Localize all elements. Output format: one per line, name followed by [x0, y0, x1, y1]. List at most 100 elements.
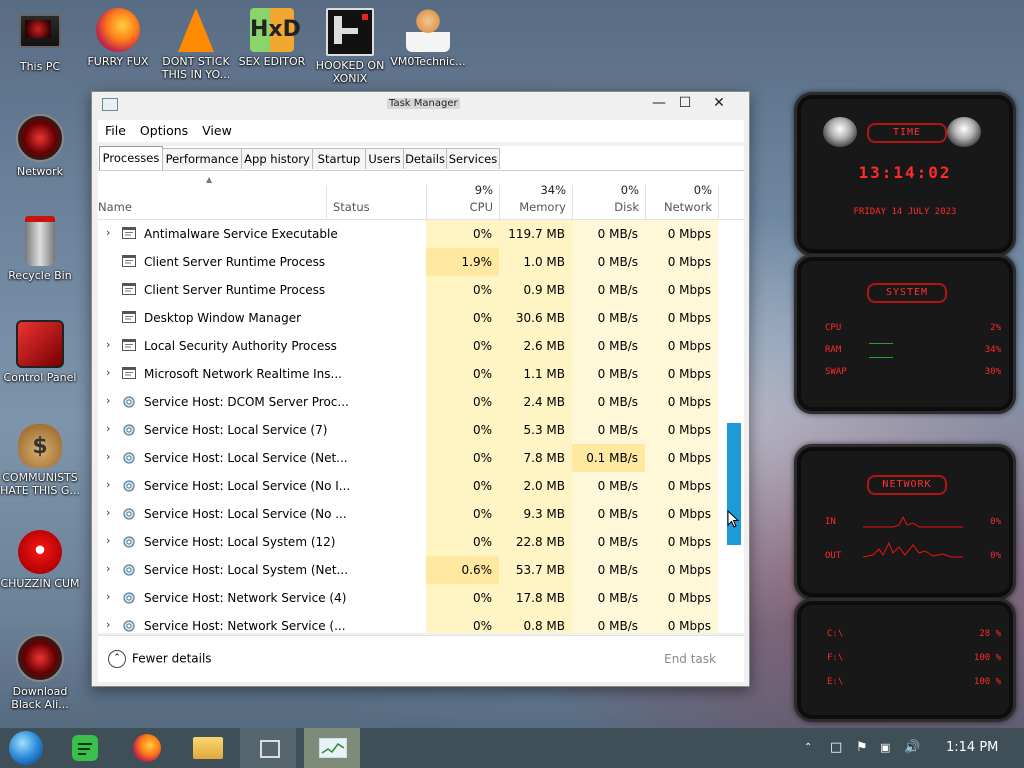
maximize-button[interactable]: ☐	[668, 92, 702, 114]
table-row[interactable]: › Service Host: Local Service (Net... 0% 7.…	[98, 444, 718, 472]
flag-icon[interactable]: ⚑	[856, 728, 868, 768]
expand-chevron-icon[interactable]: ›	[106, 450, 118, 463]
tab-details[interactable]: Details	[403, 148, 447, 169]
column-header-disk[interactable]: 0% Disk	[572, 171, 645, 219]
taskbar-notes-app[interactable]	[58, 728, 114, 768]
expand-chevron-icon[interactable]: ›	[106, 478, 118, 491]
system-widget-title: SYSTEM	[867, 283, 947, 303]
close-button[interactable]: ✕	[702, 92, 736, 114]
expand-chevron-icon[interactable]: ›	[106, 534, 118, 547]
desktop-icon-control-panel[interactable]: Control Panel	[0, 320, 80, 384]
menu-view[interactable]: View	[195, 120, 239, 141]
cpu-cell: 0%	[472, 535, 492, 549]
expand-chevron-icon[interactable]: ›	[106, 394, 118, 407]
column-header-cpu[interactable]: 9% CPU	[426, 171, 499, 219]
tab-performance[interactable]: Performance	[162, 148, 242, 169]
desktop-icon-sex-editor[interactable]: HxD SEX EDITOR	[232, 8, 312, 68]
desktop-icon-hooked-on-xonix[interactable]: HOOKED ON XONIX	[310, 8, 390, 85]
table-row[interactable]: › Service Host: Local System (Net... 0.6% 5…	[98, 556, 718, 584]
column-header-row: ▲ Name Status 9% CPU 34% Memory 0% Disk	[98, 171, 744, 220]
header-label: Disk	[614, 200, 639, 214]
taskbar-file-explorer[interactable]	[180, 728, 236, 768]
network-cell: 0 Mbps	[667, 619, 711, 633]
table-row[interactable]: › Service Host: Local Service (No ... 0% 9.…	[98, 500, 718, 528]
column-header-network[interactable]: 0% Network	[645, 171, 718, 219]
ram-graph	[869, 343, 893, 344]
column-header-memory[interactable]: 34% Memory	[499, 171, 572, 219]
column-divider[interactable]	[718, 185, 719, 219]
desktop-icon-dont-stick[interactable]: DONT STICK THIS IN YO...	[156, 8, 236, 81]
table-row[interactable]: Desktop Window Manager 0% 30.6 MB 0 MB/s 0 M…	[98, 304, 718, 332]
tab-startup[interactable]: Startup	[312, 148, 366, 169]
table-row[interactable]: › Service Host: DCOM Server Proc... 0% 2.4 …	[98, 388, 718, 416]
desktop-icon-label: COMMUNISTS HATE THIS G...	[0, 471, 80, 497]
cpu-cell: 0%	[472, 507, 492, 521]
tab-processes[interactable]: Processes	[99, 146, 163, 170]
desktop-icon-network[interactable]: Network	[0, 114, 80, 178]
swap-graph	[869, 357, 893, 358]
table-row[interactable]: › Service Host: Network Service (... 0% 0.8…	[98, 612, 718, 633]
taskbar-task-view[interactable]	[240, 728, 296, 768]
tab-app-history[interactable]: App history	[241, 148, 313, 169]
tab-services[interactable]: Services	[446, 148, 500, 169]
network-cell: 0 Mbps	[667, 255, 711, 269]
network-orb-icon	[16, 114, 64, 162]
end-task-button[interactable]: End task	[664, 652, 716, 666]
expand-chevron-icon[interactable]: ›	[106, 618, 118, 631]
column-header-status[interactable]: Status	[326, 171, 426, 219]
expand-chevron-icon[interactable]: ›	[106, 338, 118, 351]
expand-chevron-icon[interactable]: ›	[106, 366, 118, 379]
table-row[interactable]: Client Server Runtime Process 1.9% 1.0 MB 0…	[98, 248, 718, 276]
table-row[interactable]: › Service Host: Local Service (No I... 0% 2…	[98, 472, 718, 500]
table-row[interactable]: › Microsoft Network Realtime Ins... 0% 1.1 …	[98, 360, 718, 388]
window-process-icon	[122, 283, 136, 295]
cpu-cell: 1.9%	[426, 248, 499, 276]
expand-chevron-icon[interactable]: ›	[106, 506, 118, 519]
table-row[interactable]: › Service Host: Local System (12) 0% 22.8 M…	[98, 528, 718, 556]
task-manager-icon	[102, 98, 118, 111]
expand-chevron-icon[interactable]: ›	[106, 562, 118, 575]
security-tray-icon[interactable]: ▣	[880, 728, 890, 768]
memory-cell: 2.4 MB	[523, 395, 565, 409]
start-button[interactable]	[0, 728, 56, 768]
desktop-icon-recycle-bin[interactable]: Recycle Bin	[0, 216, 80, 282]
expand-chevron-icon[interactable]: ›	[106, 226, 118, 239]
menu-file[interactable]: File	[98, 120, 133, 141]
gear-icon	[122, 507, 136, 520]
network-cell: 0 Mbps	[667, 395, 711, 409]
cpu-cell: 0%	[472, 367, 492, 381]
desktop-icon-furry-fux[interactable]: FURRY FUX	[78, 8, 158, 68]
tab-users[interactable]: Users	[365, 148, 404, 169]
taskbar-task-manager[interactable]	[304, 728, 360, 768]
vertical-scrollbar[interactable]	[724, 220, 742, 633]
desktop-icon-label: DONT STICK THIS IN YO...	[161, 55, 231, 81]
desktop-icon-this-pc[interactable]: This PC	[0, 10, 80, 73]
taskbar-clock[interactable]: 1:14 PM	[946, 728, 998, 768]
desktop-icon-download-black[interactable]: Download Black Ali...	[0, 634, 80, 711]
network-in-graph	[863, 515, 963, 528]
action-center-icon[interactable]: □	[830, 728, 842, 768]
title-bar[interactable]: Task Manager — ☐ ✕	[92, 92, 749, 116]
drive-e-label: E:\	[827, 677, 844, 687]
desktop-icon-label: Control Panel	[3, 371, 77, 384]
table-row[interactable]: › Service Host: Local Service (7) 0% 5.3 MB…	[98, 416, 718, 444]
desktop-icon-communists[interactable]: $ COMMUNISTS HATE THIS G...	[0, 424, 80, 497]
menu-options[interactable]: Options	[133, 120, 195, 141]
table-row[interactable]: › Local Security Authority Process 0% 2.6 M…	[98, 332, 718, 360]
disk-cell: 0.1 MB/s	[572, 444, 645, 472]
table-row[interactable]: › Antimalware Service Executable 0% 119.7 M…	[98, 220, 718, 248]
gear-icon	[122, 423, 136, 436]
desktop-icon-vm0technic[interactable]: VM0Technic...	[388, 8, 468, 68]
table-row[interactable]: › Service Host: Network Service (4) 0% 17.8…	[98, 584, 718, 612]
expand-chevron-icon[interactable]: ›	[106, 590, 118, 603]
expand-chevron-icon[interactable]: ›	[106, 422, 118, 435]
volume-icon[interactable]: 🔊	[904, 728, 920, 768]
table-row[interactable]: Client Server Runtime Process 0% 0.9 MB 0 M…	[98, 276, 718, 304]
fewer-details-button[interactable]: ⌃ Fewer details	[108, 650, 212, 668]
column-header-name[interactable]: ▲ Name	[98, 171, 326, 219]
recycle-bin-icon	[25, 216, 55, 266]
digital-clock: 13:14:02	[858, 163, 952, 182]
desktop-icon-chuzzin[interactable]: CHUZZIN CUM	[0, 530, 80, 590]
taskbar-firefox[interactable]	[120, 728, 176, 768]
tray-expand-icon[interactable]: ⌃	[804, 728, 812, 768]
